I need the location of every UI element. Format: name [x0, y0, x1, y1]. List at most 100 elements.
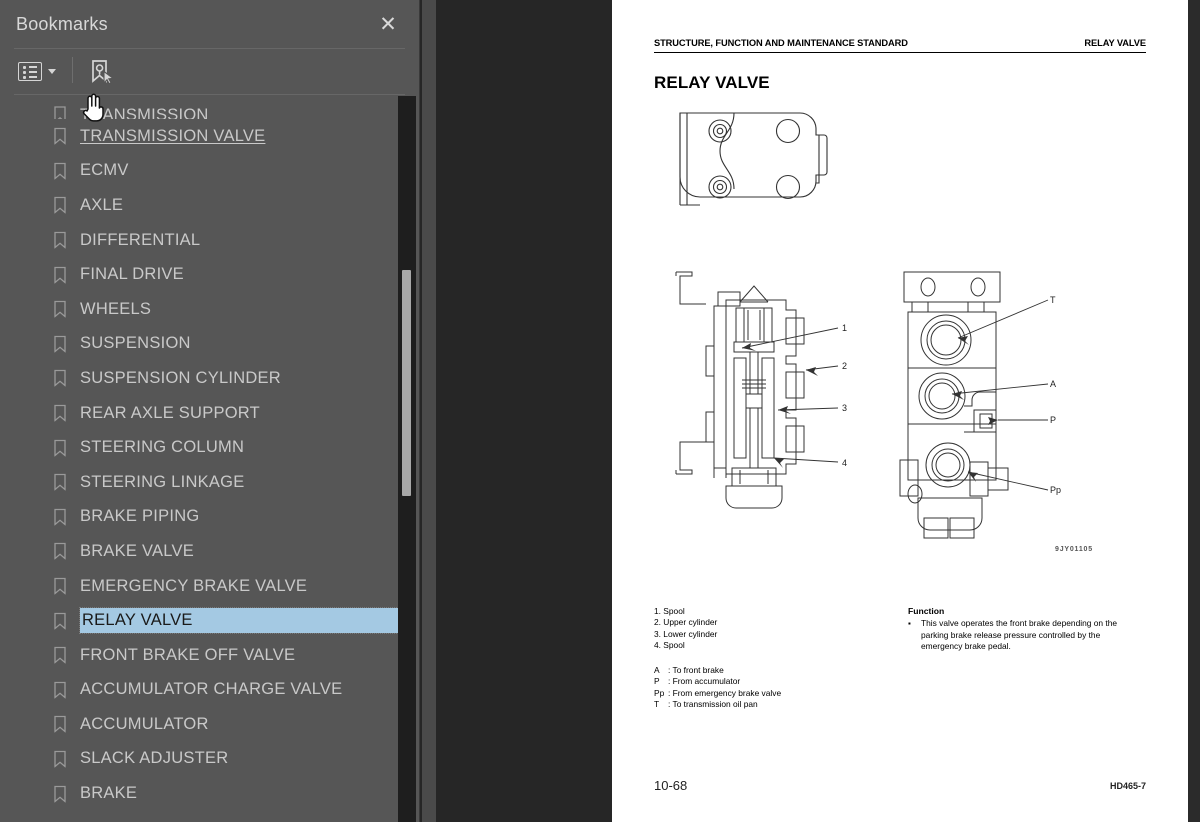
bookmark-item-label: BRAKE [80, 784, 138, 803]
find-current-bookmark-button[interactable] [86, 57, 116, 87]
bookmark-icon [54, 647, 66, 665]
figure-relay-valve-section: 1 2 3 4 [675, 271, 847, 509]
callout-Pp: Pp [1050, 485, 1061, 495]
bookmark-item-relay-valve[interactable]: RELAY VALVE [0, 603, 420, 638]
toolbar-separator [72, 57, 73, 83]
bookmark-icon [54, 543, 66, 561]
port-entry: A: To front brake [654, 665, 781, 676]
pdf-page[interactable]: STRUCTURE, FUNCTION AND MAINTENANCE STAN… [612, 0, 1188, 822]
bookmark-icon [54, 750, 66, 768]
bookmark-item-wheels[interactable]: WHEELS [0, 292, 420, 327]
figure-id-label: 9JY01105 [1055, 546, 1093, 553]
bookmark-item-ecmv[interactable]: ECMV [0, 154, 420, 189]
bookmark-item-label: SUSPENSION CYLINDER [80, 368, 281, 387]
port-desc: From accumulator [672, 676, 741, 687]
bookmark-item-suspension[interactable]: SUSPENSION [0, 327, 420, 362]
bookmark-item-brake-valve[interactable]: BRAKE VALVE [0, 534, 420, 569]
bookmark-item-label: ECMV [80, 161, 129, 180]
bookmark-item-label: RELAY VALVE [79, 607, 401, 635]
ports-legend: A: To front brake P: From accumulator Pp: … [654, 665, 781, 711]
parts-legend: 1. Spool 2. Upper cylinder 3. Lower cylind… [654, 606, 717, 652]
panel-collapse-handle[interactable] [422, 0, 856, 822]
bookmarks-panel-header: Bookmarks ✕ [0, 0, 419, 48]
bookmark-item-label: REAR AXLE SUPPORT [80, 403, 261, 422]
bookmark-item-final-drive[interactable]: FINAL DRIVE [0, 257, 420, 292]
port-desc: To front brake [672, 665, 724, 675]
bookmark-item-steering-column[interactable]: STEERING COLUMN [0, 430, 420, 465]
bookmark-item-label: TRANSMISSION [80, 106, 209, 119]
bookmark-icon [54, 577, 66, 595]
function-text: This valve operates the front brake depe… [921, 618, 1118, 652]
port-entry: P: From accumulator [654, 676, 781, 687]
bookmark-icon [54, 508, 66, 526]
bookmark-icon [54, 301, 66, 319]
bookmark-icon [54, 162, 66, 180]
port-desc: From emergency brake valve [672, 687, 782, 698]
bookmark-icon [54, 335, 66, 353]
bookmark-icon [54, 681, 66, 699]
figure-relay-valve-ports: T A P Pp [899, 271, 1061, 539]
port-entry: T: To transmission oil pan [654, 699, 781, 710]
bookmark-item-label: STEERING COLUMN [80, 438, 245, 457]
list-icon [18, 61, 42, 81]
bookmark-item-axle[interactable]: AXLE [0, 188, 420, 223]
page-number: 10-68 [654, 778, 688, 793]
bookmark-item-label: SLACK ADJUSTER [80, 749, 229, 768]
list-options-button[interactable] [18, 57, 62, 85]
port-key: A [654, 665, 660, 675]
bookmark-item-transmission-valve[interactable]: TRANSMISSION VALVE [0, 119, 420, 154]
bookmark-item-label: FRONT BRAKE OFF VALVE [80, 645, 296, 664]
bookmark-item-rear-axle-support[interactable]: REAR AXLE SUPPORT [0, 396, 420, 431]
bookmark-item-differential[interactable]: DIFFERENTIAL [0, 223, 420, 258]
bookmark-item-suspension-cylinder[interactable]: SUSPENSION CYLINDER [0, 361, 420, 396]
port-key: T [654, 699, 660, 710]
bookmark-item-accumulator-charge-valve[interactable]: ACCUMULATOR CHARGE VALVE [0, 673, 420, 708]
bookmark-item-front-brake-off-valve[interactable]: FRONT BRAKE OFF VALVE [0, 638, 420, 673]
callout-2: 2 [842, 361, 847, 371]
bookmark-item-label: FINAL DRIVE [80, 265, 184, 284]
model-number: HD465-7 [1109, 781, 1146, 791]
bookmark-icon [54, 439, 66, 457]
bookmark-icon [54, 474, 66, 492]
bookmark-list[interactable]: TRANSMISSION TRANSMISSION VALVE ECMV AXLE DI… [0, 95, 420, 822]
callout-3: 3 [842, 403, 847, 413]
page-right-edge [1188, 0, 1200, 822]
function-title: Function [908, 606, 945, 616]
port-entry: Pp: From emergency brake valve [654, 688, 781, 699]
close-icon[interactable]: ✕ [375, 12, 401, 38]
bookmark-item-label: BRAKE PIPING [80, 507, 200, 526]
part-entry: 2. Upper cylinder [654, 617, 718, 628]
bookmark-item-brake[interactable]: BRAKE [0, 776, 420, 811]
bookmarks-panel: Bookmarks ✕ TRANSMISSION TRANSMISSION VA… [0, 0, 420, 822]
bookmark-icon [54, 106, 66, 119]
bookmark-item-accumulator[interactable]: ACCUMULATOR [0, 707, 420, 742]
viewer-background [420, 0, 612, 822]
function-block: Function ▪ This valve operates the front… [908, 606, 1123, 653]
bookmarks-toolbar [0, 49, 420, 94]
callout-1: 1 [842, 323, 847, 333]
bookmark-scrollbar-thumb[interactable] [402, 270, 411, 496]
callout-P: P [1050, 415, 1056, 425]
bookmark-item-label: WHEELS [80, 299, 152, 318]
panel-title: Bookmarks [16, 14, 108, 34]
part-entry: 4. Spool [654, 640, 685, 651]
bookmark-pointer-icon [92, 60, 115, 85]
bookmark-icon [54, 197, 66, 215]
bookmark-icon [54, 231, 66, 249]
bookmark-item-slack-adjuster[interactable]: SLACK ADJUSTER [0, 742, 420, 777]
bookmark-item-transmission[interactable]: TRANSMISSION [0, 95, 420, 119]
bookmark-item-steering-linkage[interactable]: STEERING LINKAGE [0, 465, 420, 500]
bookmark-icon [54, 128, 66, 146]
port-desc: To transmission oil pan [672, 699, 758, 710]
part-entry: 1. Spool [654, 606, 685, 616]
figure-valve-top-view [679, 112, 828, 206]
bookmark-item-brake-piping[interactable]: BRAKE PIPING [0, 500, 420, 535]
bookmark-icon [54, 785, 66, 803]
bookmark-icon [54, 612, 66, 630]
page-header-right: RELAY VALVE [1084, 38, 1146, 48]
callout-4: 4 [842, 458, 847, 468]
bookmark-item-label: ACCUMULATOR [80, 714, 209, 733]
bookmark-item-emergency-brake-valve[interactable]: EMERGENCY BRAKE VALVE [0, 569, 420, 604]
header-rule [654, 52, 1146, 54]
pdf-reader-window: Bookmarks ✕ TRANSMISSION TRANSMISSION VA… [0, 0, 1200, 822]
